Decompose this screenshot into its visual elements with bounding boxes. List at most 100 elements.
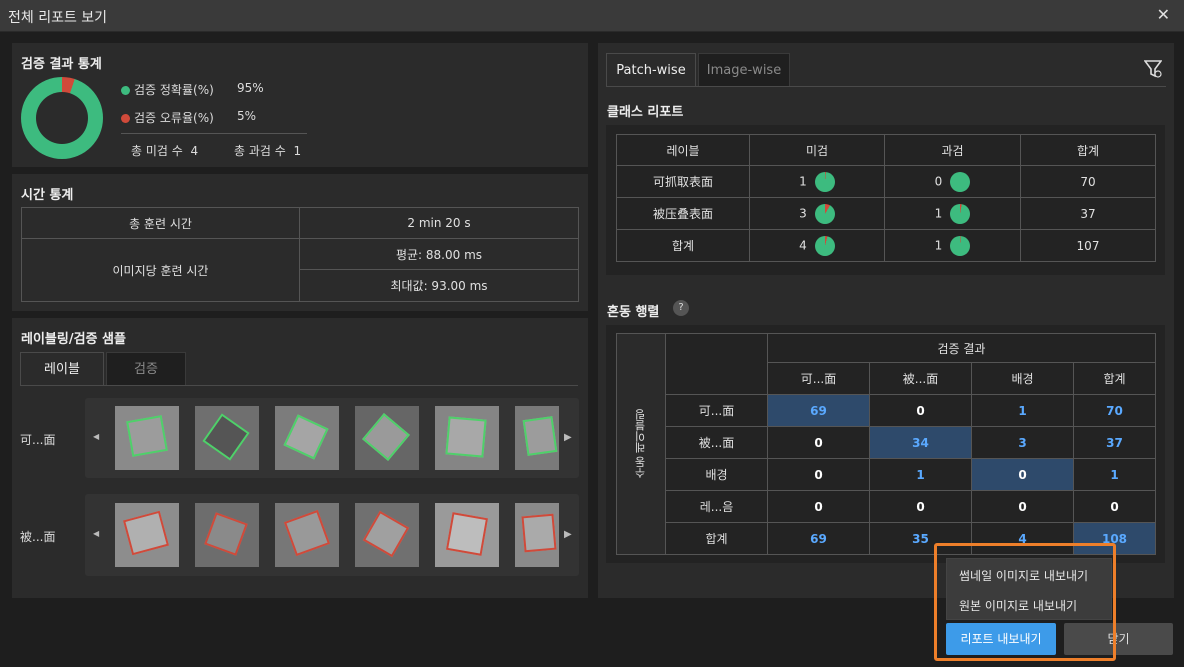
cm-cell[interactable]: 70 — [1073, 394, 1156, 427]
cm-cell[interactable]: 0 — [767, 490, 870, 523]
col-header: 被...面 — [869, 362, 972, 395]
max-time-value: 최대값: 93.00 ms — [299, 269, 579, 302]
error-label: 검증 오류율(%) — [134, 111, 214, 125]
sample-thumb[interactable] — [435, 406, 499, 470]
cm-cell[interactable]: 0 — [869, 490, 972, 523]
sample-thumb[interactable] — [115, 503, 179, 567]
cm-cell[interactable]: 3 — [971, 426, 1074, 459]
class-row-over: 1 — [884, 197, 1021, 230]
thumb-strip-2[interactable]: ◀ ▶ — [85, 494, 579, 576]
row-header: 배경 — [665, 458, 768, 491]
cm-cell[interactable]: 1 — [1073, 458, 1156, 491]
cm-cell[interactable]: 0 — [869, 394, 972, 427]
report-panel: Patch-wise Image-wise 클래스 리포트 레이블 미검 과검 … — [598, 43, 1174, 598]
cm-cell[interactable]: 0 — [1073, 490, 1156, 523]
avg-time-value: 평균: 88.00 ms — [299, 238, 579, 270]
header-label: 레이블 — [616, 134, 750, 166]
miss-label: 총 미검 수 — [131, 144, 183, 158]
cm-cell[interactable]: 69 — [767, 522, 870, 555]
pie-icon — [950, 171, 971, 192]
sample-thumb[interactable] — [195, 406, 259, 470]
accuracy-donut — [21, 77, 103, 159]
class-row-total: 37 — [1020, 197, 1156, 230]
pie-icon — [814, 171, 835, 192]
sample-thumb[interactable] — [515, 503, 559, 567]
class-row-label: 可抓取表面 — [616, 165, 750, 198]
class-row-label: 被压叠表面 — [616, 197, 750, 230]
class-row-miss: 3 — [749, 197, 885, 230]
class-row-total: 107 — [1020, 229, 1156, 262]
close-icon[interactable]: ✕ — [1157, 5, 1170, 24]
cm-cell[interactable]: 1 — [869, 458, 972, 491]
class-row-label: 합계 — [616, 229, 750, 262]
row-header: 합계 — [665, 522, 768, 555]
sample-thumb[interactable] — [115, 406, 179, 470]
col-header: 可...面 — [767, 362, 870, 395]
next-arrow-icon[interactable]: ▶ — [564, 432, 572, 443]
window-title: 전체 리포트 보기 — [8, 10, 108, 26]
sample-thumb[interactable] — [435, 503, 499, 567]
over-label: 총 과검 수 — [234, 144, 286, 158]
class-row-total: 70 — [1020, 165, 1156, 198]
class-report-table: 레이블 미검 과검 합계 可抓取表面 1 0 70 被压叠表面 3 1 37 합… — [616, 134, 1156, 262]
cm-cell[interactable]: 1 — [971, 394, 1074, 427]
sample-thumb[interactable] — [275, 406, 339, 470]
class-row-miss: 1 — [749, 165, 885, 198]
tab-image-wise[interactable]: Image-wise — [698, 53, 790, 87]
help-icon[interactable]: ? — [673, 300, 689, 316]
tab-patch-wise[interactable]: Patch-wise — [606, 53, 696, 87]
error-value: 5% — [237, 109, 257, 123]
cm-cell[interactable]: 69 — [767, 394, 870, 427]
confusion-table: 수동 레이블링 검증 결과 可...面 被...面 배경 합계 可...面 69… — [616, 333, 1156, 555]
row2-label: 被...面 — [20, 530, 56, 544]
class-report-title: 클래스 리포트 — [607, 105, 684, 120]
cm-cell[interactable]: 0 — [767, 426, 870, 459]
tabs-underline — [606, 86, 1166, 87]
prev-arrow-icon[interactable]: ◀ — [93, 529, 99, 538]
prev-arrow-icon[interactable]: ◀ — [93, 432, 99, 441]
over-value: 1 — [293, 144, 302, 158]
tab-verify[interactable]: 검증 — [106, 352, 186, 386]
cm-cell[interactable]: 0 — [971, 490, 1074, 523]
time-panel: 시간 통계 총 훈련 시간 2 min 20 s 이미지당 훈련 시간 평균: … — [12, 174, 588, 311]
class-row-over: 0 — [884, 165, 1021, 198]
sample-thumb[interactable] — [515, 406, 559, 470]
total-time-label: 총 훈련 시간 — [21, 207, 300, 239]
col-group-label: 검증 결과 — [767, 333, 1156, 363]
corner-cell — [665, 333, 768, 395]
row-header: 可...面 — [665, 394, 768, 427]
filter-icon[interactable] — [1143, 59, 1163, 79]
row-group-label: 수동 레이블링 — [616, 333, 666, 555]
pie-icon — [950, 235, 971, 256]
tab-label[interactable]: 레이블 — [20, 352, 104, 386]
stats-panel: 검증 결과 통계 검증 정확률(%) 95% 검증 오류율(%) 5% 총 미검… — [12, 43, 588, 167]
cm-cell[interactable]: 34 — [869, 426, 972, 459]
total-time-value: 2 min 20 s — [299, 207, 579, 239]
pie-icon — [814, 235, 835, 256]
time-table: 총 훈련 시간 2 min 20 s 이미지당 훈련 시간 평균: 88.00 … — [21, 207, 579, 302]
title-bar: 전체 리포트 보기 ✕ — [0, 0, 1184, 32]
sample-thumb[interactable] — [355, 406, 419, 470]
error-dot-icon — [121, 114, 130, 123]
stats-title: 검증 결과 통계 — [21, 57, 102, 72]
time-title: 시간 통계 — [21, 188, 74, 203]
cm-cell[interactable]: 0 — [767, 458, 870, 491]
header-total: 합계 — [1020, 134, 1156, 166]
row-header: 被...面 — [665, 426, 768, 459]
sample-thumb[interactable] — [275, 503, 339, 567]
header-miss: 미검 — [749, 134, 885, 166]
row1-label: 可...面 — [20, 433, 56, 447]
accuracy-value: 95% — [237, 81, 264, 95]
cm-cell[interactable]: 0 — [971, 458, 1074, 491]
next-arrow-icon[interactable]: ▶ — [564, 529, 572, 540]
sample-thumb[interactable] — [195, 503, 259, 567]
accuracy-dot-icon — [121, 86, 130, 95]
thumb-strip-1[interactable]: ◀ ▶ — [85, 398, 579, 478]
accuracy-legend: 검증 정확률(%) 95% — [121, 81, 311, 98]
confusion-title: 혼동 행렬 — [607, 305, 660, 320]
cm-cell[interactable]: 37 — [1073, 426, 1156, 459]
class-row-over: 1 — [884, 229, 1021, 262]
col-header: 배경 — [971, 362, 1074, 395]
sample-thumb[interactable] — [355, 503, 419, 567]
pie-icon — [950, 203, 971, 224]
